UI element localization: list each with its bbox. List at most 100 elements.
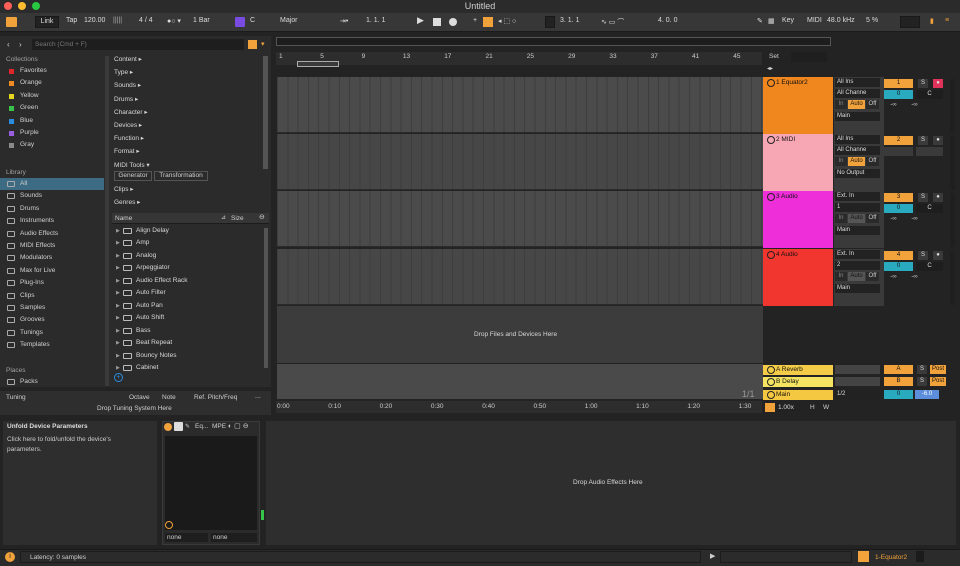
automation-arm-icon[interactable] [483,17,493,27]
library-item-all[interactable]: All [0,178,104,190]
library-item-audio-effects[interactable]: Audio Effects [0,228,104,240]
scale-mode-icon[interactable] [235,17,245,27]
library-item-clips[interactable]: Clips [0,290,104,302]
forward-arrow-icon[interactable]: › [19,40,22,49]
library-item-max-for-live[interactable]: Max for Live [0,265,104,277]
w-button[interactable]: W [823,404,829,411]
solo-button[interactable]: S [918,136,928,145]
scale-menu[interactable]: Major [280,17,298,24]
arm-icon[interactable]: ● [933,193,943,202]
pan-field[interactable] [916,147,943,156]
collection-purple[interactable]: Purple [0,127,104,139]
sidebar-scrollbar[interactable] [105,56,109,386]
fold-track-icon[interactable] [767,136,775,144]
sort-icon[interactable]: ⊿ [221,214,226,221]
return-letter[interactable]: B [884,377,913,387]
solo-button[interactable]: S [918,193,928,202]
return-post[interactable]: Post [930,377,946,387]
punch-icons[interactable]: ◂ ⬚ ○ [498,17,516,25]
output-select[interactable]: Main [835,226,880,235]
track-header[interactable]: 3 Audio [763,191,833,248]
library-item-samples[interactable]: Samples [0,302,104,314]
filter2-0[interactable]: Clips ▸ [114,185,134,193]
expand-icon[interactable]: ▶ [116,300,120,312]
select-1[interactable]: none [165,533,208,542]
volume-field[interactable]: 0 [884,204,913,213]
expand-icon[interactable]: ▶ [116,287,120,299]
filter-scrollbar[interactable] [263,56,268,169]
list-item[interactable]: ▶ Auto Filter [114,287,262,299]
expand-icon[interactable]: ▶ [116,225,120,237]
list-item[interactable]: ▶ Auto Shift [114,312,262,324]
zoom-icon[interactable] [765,403,775,412]
main-volume[interactable]: 0 [884,390,913,399]
loop-length-field[interactable]: 4. 0. 0 [658,17,677,24]
pan-field[interactable]: C [916,262,943,271]
expand-icon[interactable]: ▶ [116,262,120,274]
record-button[interactable] [449,18,457,26]
solo-button[interactable]: S [918,79,928,88]
follow-icon[interactable]: ⇥• [340,17,348,25]
library-item-tunings[interactable]: Tunings [0,327,104,339]
input-channel-select[interactable]: 1 [835,203,880,212]
monitor-in[interactable]: In [835,272,847,281]
expand-icon[interactable]: ▶ [116,275,120,287]
collection-yellow[interactable]: Yellow [0,90,104,102]
filter-1[interactable]: Type ▸ [114,68,133,76]
list-item[interactable]: ▶ Bouncy Notes [114,350,262,362]
list-item[interactable]: ▶ Beat Repeat [114,337,262,349]
menu-icon[interactable]: ≡ [945,17,949,24]
metronome-icon[interactable]: ●○ ▾ [167,17,181,25]
fold-icon[interactable] [791,52,810,62]
track-lane[interactable] [277,249,763,305]
main-db[interactable]: -6.0 [915,390,939,399]
filter-0[interactable]: Content ▸ [114,55,142,63]
quantize-menu[interactable]: 1 Bar [193,17,210,24]
filter-3[interactable]: Drums ▸ [114,95,138,103]
collection-green[interactable]: Green [0,102,104,114]
track-lane[interactable] [277,134,763,190]
h-button[interactable]: H [810,404,815,411]
library-item-grooves[interactable]: Grooves [0,314,104,326]
places-item[interactable]: Packs [0,376,104,388]
tuning-more[interactable]: ... [255,393,261,400]
loop-brace[interactable] [297,61,339,67]
browser-toggle-icon[interactable] [6,17,17,27]
arm-icon[interactable]: ● [933,79,943,88]
collection-gray[interactable]: Gray [0,139,104,151]
list-item[interactable]: ▶ Align Delay [114,225,262,237]
monitor-off[interactable]: Off [866,272,879,281]
collection-orange[interactable]: Orange [0,77,104,89]
arrangement-position-field[interactable]: 1. 1. 1 [366,17,385,24]
plugin-knob-icon[interactable] [165,521,173,529]
keyboard-icon[interactable]: ▦ [768,17,775,25]
monitor-off[interactable]: Off [866,157,879,166]
return-letter[interactable]: A [884,365,913,374]
tempo-field[interactable]: 120.00 [84,17,105,24]
return-solo[interactable]: S [917,377,927,387]
input-channel-select[interactable]: All Channe [835,89,880,98]
list-item[interactable]: ▶ Analog [114,250,262,262]
fold-track-icon[interactable] [767,251,775,259]
monitor-auto[interactable]: Auto [848,214,865,223]
col-name[interactable]: Name [115,215,132,222]
return-track-header[interactable]: A Reverb [763,365,833,375]
collection-favorites[interactable]: Favorites [0,65,104,77]
back-arrow-icon[interactable]: ‹ [7,40,10,49]
device-icons[interactable]: ◐ ▢ ⊖ [228,422,249,430]
filter-7[interactable]: Format ▸ [114,147,140,155]
col-size[interactable]: Size [231,215,244,222]
track-header[interactable]: 1 Equator2 [763,77,833,134]
input-type-select[interactable]: All Ins [835,78,880,87]
expand-icon[interactable]: ▶ [116,325,120,337]
volume-field[interactable] [884,147,913,156]
device-power-icon[interactable] [164,423,172,431]
link-button[interactable]: Link [35,16,59,28]
output-select[interactable]: Main [835,112,880,121]
expand-icon[interactable]: ▶ [116,250,120,262]
filter-8[interactable]: MIDI Tools ▾ [114,161,150,169]
loop-start-box[interactable] [545,16,555,28]
metronome-dots-icon[interactable]: ||||| [113,17,122,24]
output-select[interactable]: No Output [835,169,880,178]
expand-icon[interactable]: ▶ [116,237,120,249]
